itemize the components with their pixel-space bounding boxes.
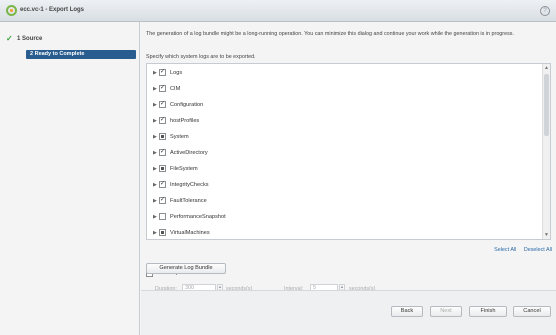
vsphere-logo-icon <box>6 5 17 16</box>
checkbox[interactable]: ✓ <box>159 149 166 156</box>
tree-item[interactable]: ▶ ✓ Configuration <box>147 98 542 112</box>
scroll-down-icon[interactable]: ▼ <box>544 232 549 238</box>
tree-item[interactable]: ▶ ✓ CIM <box>147 82 542 96</box>
cancel-button[interactable]: Cancel <box>513 306 551 317</box>
checkbox[interactable] <box>159 229 166 236</box>
checkbox[interactable]: ✓ <box>159 101 166 108</box>
expand-arrow-icon[interactable]: ▶ <box>153 198 157 204</box>
expand-arrow-icon[interactable]: ▶ <box>153 230 157 236</box>
expand-arrow-icon[interactable]: ▶ <box>153 182 157 188</box>
dialog-titlebar: ecc.vc-1 - Export Logs ? <box>0 0 556 22</box>
checkmark-icon: ✓ <box>6 34 13 43</box>
checkbox[interactable]: ✓ <box>159 69 166 76</box>
dialog-title: ecc.vc-1 - Export Logs <box>20 7 85 13</box>
tree-item-label: FaultTolerance <box>170 198 207 204</box>
tree-item[interactable]: ▶ ✓ IntegrityChecks <box>147 178 542 192</box>
back-button[interactable]: Back <box>391 306 423 317</box>
scroll-up-icon[interactable]: ▲ <box>544 65 549 71</box>
system-logs-tree: ▶ ✓ Logs ▶ ✓ CIM ▶ ✓ Configuration ▶ ✓ h… <box>146 63 551 240</box>
expand-arrow-icon[interactable]: ▶ <box>153 134 157 140</box>
expand-arrow-icon[interactable]: ▶ <box>153 70 157 76</box>
specify-text: Specify which system logs are to be expo… <box>146 54 256 60</box>
wizard-steps-sidebar: ✓ 1 Source 2 Ready to Complete <box>0 22 140 335</box>
tree-item[interactable]: ▶ PerformanceSnapshot <box>147 210 542 224</box>
tree-item-label: Logs <box>170 70 183 76</box>
tree-item-label: CIM <box>170 86 181 92</box>
checkbox[interactable] <box>159 165 166 172</box>
step-source[interactable]: ✓ 1 Source <box>6 34 136 44</box>
tree-item-label: hostProfiles <box>170 118 200 124</box>
checkbox[interactable]: ✓ <box>159 117 166 124</box>
expand-arrow-icon[interactable]: ▶ <box>153 166 157 172</box>
deselect-all-link[interactable]: Deselect All <box>524 247 552 253</box>
tree-item-label: ActiveDirectory <box>170 150 208 156</box>
tree-item[interactable]: ▶ ✓ Logs <box>147 66 542 80</box>
checkbox[interactable]: ✓ <box>159 181 166 188</box>
step-ready-to-complete[interactable]: 2 Ready to Complete <box>26 50 136 59</box>
step-number: 2 <box>30 51 34 57</box>
tree-item-label: VirtualMachines <box>170 230 210 236</box>
checkbox[interactable]: ✓ <box>159 197 166 204</box>
step-label: Source <box>22 36 43 42</box>
tree-item[interactable]: ▶ VirtualMachines <box>147 226 542 239</box>
tree-item-label: FileSystem <box>170 166 198 172</box>
expand-arrow-icon[interactable]: ▶ <box>153 118 157 124</box>
select-all-link[interactable]: Select All <box>494 247 516 253</box>
expand-arrow-icon[interactable]: ▶ <box>153 86 157 92</box>
scrollbar-thumb[interactable] <box>544 74 549 136</box>
main-panel: The generation of a log bundle might be … <box>141 22 556 335</box>
tree-item-label: Configuration <box>170 102 204 108</box>
tree-item[interactable]: ▶ FileSystem <box>147 162 542 176</box>
expand-arrow-icon[interactable]: ▶ <box>153 102 157 108</box>
checkbox[interactable]: ✓ <box>159 85 166 92</box>
expand-arrow-icon[interactable]: ▶ <box>153 214 157 220</box>
tree-item[interactable]: ▶ System <box>147 130 542 144</box>
next-button[interactable]: Next <box>430 306 462 317</box>
step-number: 1 <box>17 36 21 42</box>
generate-log-bundle-button[interactable]: Generate Log Bundle <box>146 263 226 274</box>
tree-scrollbar[interactable]: ▲ ▼ <box>542 64 550 239</box>
description-text: The generation of a log bundle might be … <box>146 31 514 37</box>
tree-item-label: IntegrityChecks <box>170 182 209 188</box>
tree-item[interactable]: ▶ ✓ ActiveDirectory <box>147 146 542 160</box>
tree-item-label: PerformanceSnapshot <box>170 214 226 220</box>
checkbox[interactable] <box>159 213 166 220</box>
dialog-footer: Back Next Finish Cancel <box>141 291 556 335</box>
checkbox[interactable] <box>159 133 166 140</box>
selection-links: Select All Deselect All <box>488 247 552 253</box>
tree-item-label: System <box>170 134 189 140</box>
finish-button[interactable]: Finish <box>469 306 507 317</box>
step-label: Ready to Complete <box>34 51 85 57</box>
help-icon[interactable]: ? <box>540 6 550 16</box>
expand-arrow-icon[interactable]: ▶ <box>153 150 157 156</box>
tree-item[interactable]: ▶ ✓ FaultTolerance <box>147 194 542 208</box>
tree-item[interactable]: ▶ ✓ hostProfiles <box>147 114 542 128</box>
